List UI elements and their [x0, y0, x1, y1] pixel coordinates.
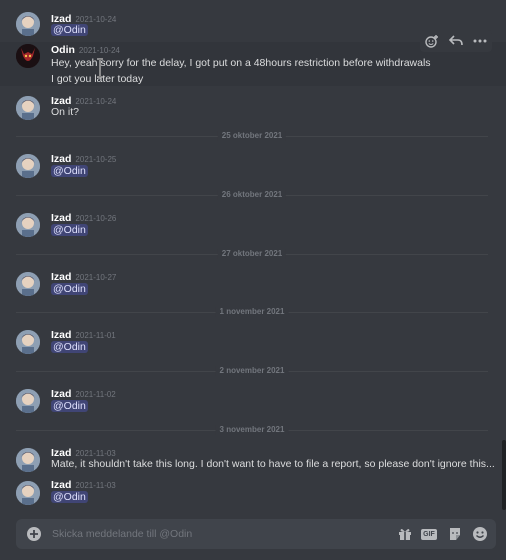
user-mention[interactable]: @Odin	[51, 400, 88, 412]
gif-icon[interactable]: GIF	[420, 525, 438, 543]
text-cursor-icon	[97, 58, 103, 78]
timestamp[interactable]: 2021-11-01	[75, 331, 115, 340]
timestamp[interactable]: 2021-10-24	[75, 97, 116, 106]
date-divider: 2 november 2021	[16, 366, 488, 376]
avatar-izad[interactable]	[16, 389, 40, 413]
gif-label: GIF	[421, 528, 437, 540]
message-content: @Odin	[51, 490, 88, 504]
avatar-odin[interactable]	[16, 44, 40, 68]
message-group: Izad 2021-10-25 @Odin	[0, 150, 506, 184]
date-divider-label: 3 november 2021	[215, 425, 289, 435]
avatar-izad[interactable]	[16, 96, 40, 120]
message-composer: GIF	[16, 519, 496, 549]
add-attachment-icon[interactable]	[26, 526, 42, 542]
message-group: Izad 2021-10-27 @Odin	[0, 268, 506, 302]
date-divider: 3 november 2021	[16, 425, 488, 435]
timestamp[interactable]: 2021-10-26	[75, 214, 116, 223]
timestamp[interactable]: 2021-11-03	[75, 481, 115, 490]
user-mention[interactable]: @Odin	[51, 224, 88, 236]
message-group: Izad 2021-11-02 @Odin	[0, 385, 506, 419]
timestamp[interactable]: 2021-10-27	[75, 273, 116, 282]
avatar-izad[interactable]	[16, 481, 40, 505]
add-reaction-icon[interactable]	[423, 32, 441, 50]
date-divider: 1 november 2021	[16, 307, 488, 317]
user-mention[interactable]: @Odin	[51, 283, 88, 295]
scrollbar-thumb[interactable]	[502, 440, 506, 510]
message-group: Izad 2021-10-24 On it?	[0, 92, 506, 126]
message-group: Izad 2021-11-01 @Odin	[0, 326, 506, 360]
reply-icon[interactable]	[447, 32, 465, 50]
gift-icon[interactable]	[396, 525, 414, 543]
user-mention[interactable]: @Odin	[51, 341, 88, 353]
message-content: @Odin	[51, 223, 88, 237]
message-content: @Odin	[51, 164, 88, 178]
message-content: @Odin	[51, 340, 88, 354]
user-mention[interactable]: @Odin	[51, 491, 88, 503]
avatar-izad[interactable]	[16, 213, 40, 237]
message-group: Izad 2021-11-03 Mate, it shouldn't take t…	[0, 444, 506, 476]
timestamp[interactable]: 2021-10-25	[75, 155, 116, 164]
emoji-icon[interactable]	[471, 525, 489, 543]
date-divider-label: 26 oktober 2021	[217, 190, 287, 200]
user-mention[interactable]: @Odin	[51, 24, 88, 36]
message-content: @Odin	[51, 282, 88, 296]
more-icon[interactable]	[471, 32, 489, 50]
username[interactable]: Odin	[51, 44, 75, 56]
sticker-icon[interactable]	[446, 525, 464, 543]
message-content: On it?	[51, 106, 80, 118]
avatar-izad[interactable]	[16, 448, 40, 472]
date-divider: 27 oktober 2021	[16, 249, 488, 259]
date-divider-label: 25 oktober 2021	[217, 131, 287, 141]
user-mention[interactable]: @Odin	[51, 165, 88, 177]
avatar-izad[interactable]	[16, 272, 40, 296]
message-input[interactable]	[52, 524, 382, 544]
message-content: Mate, it shouldn't take this long. I don…	[51, 458, 495, 470]
message-group: Izad 2021-11-03 @Odin	[0, 477, 506, 510]
avatar-izad[interactable]	[16, 12, 40, 36]
message-group: Izad 2021-10-26 @Odin	[0, 209, 506, 243]
chat-window: Izad 2021-10-24 @Odin Odin 2021-10-24 Hey,…	[0, 0, 506, 560]
message-content: @Odin	[51, 399, 88, 413]
avatar-izad[interactable]	[16, 330, 40, 354]
date-divider-label: 2 november 2021	[215, 366, 289, 376]
message-hover-toolbar	[420, 30, 492, 52]
message-content: @Odin	[51, 23, 88, 37]
timestamp[interactable]: 2021-10-24	[79, 46, 120, 55]
date-divider: 25 oktober 2021	[16, 131, 488, 141]
message-content: Hey, yeah sorry for the delay, I got put…	[51, 57, 431, 69]
avatar-izad[interactable]	[16, 154, 40, 178]
date-divider: 26 oktober 2021	[16, 190, 488, 200]
message-list[interactable]: Izad 2021-10-24 @Odin Odin 2021-10-24 Hey,…	[0, 0, 506, 510]
date-divider-label: 1 november 2021	[215, 307, 289, 317]
date-divider-label: 27 oktober 2021	[217, 249, 287, 259]
timestamp[interactable]: 2021-11-02	[75, 390, 115, 399]
